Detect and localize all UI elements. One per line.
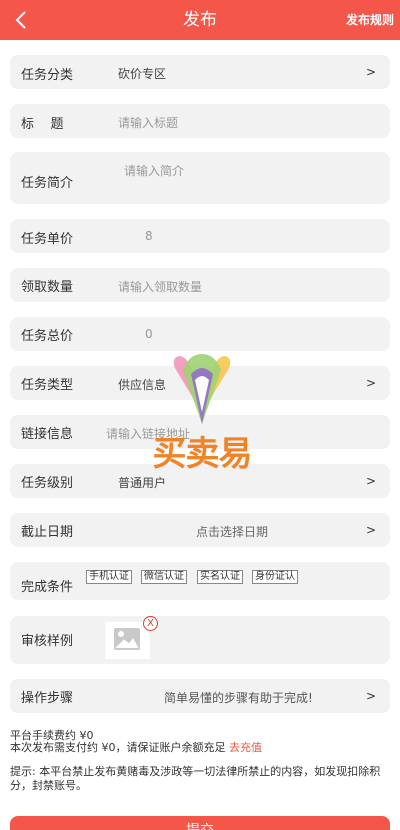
quantity-label: 领取数量 <box>21 280 74 295</box>
sample-row: 审核样例 <box>10 616 390 664</box>
category-label: 任务分类 <box>21 68 74 83</box>
total-price-value: 0 <box>145 327 153 341</box>
submit-button[interactable]: 提交 <box>10 816 390 830</box>
task-type-value: 供应信息 <box>118 378 167 392</box>
level-label: 任务级别 <box>21 476 74 491</box>
sample-label: 审核样例 <box>21 634 74 649</box>
publish-rules-link[interactable]: 发布规则 <box>346 0 394 40</box>
unit-price-row: 任务单价 8 <box>10 219 390 253</box>
sample-remove-button[interactable]: X <box>143 616 158 631</box>
task-type-row[interactable]: 任务类型 供应信息 > <box>10 366 390 400</box>
chevron-right-icon: > <box>365 689 376 703</box>
header-bar: 发布 发布规则 <box>0 0 400 40</box>
chevron-right-icon: > <box>365 65 376 79</box>
recharge-link[interactable]: 去充值 <box>229 741 262 754</box>
intro-label: 任务简介 <box>21 176 74 191</box>
quantity-input[interactable]: 请输入领取数量 <box>118 278 202 295</box>
steps-value: 简单易懂的步骤有助于完成! <box>164 691 313 705</box>
steps-label: 操作步骤 <box>21 691 74 706</box>
intro-input[interactable]: 请输入简介 <box>124 162 184 179</box>
chevron-right-icon: > <box>365 376 376 390</box>
page-title: 发布 <box>183 10 217 30</box>
level-row[interactable]: 任务级别 普通用户 > <box>10 464 390 498</box>
chevron-right-icon: > <box>365 523 376 537</box>
unit-price-value: 8 <box>145 229 153 243</box>
task-type-label: 任务类型 <box>21 378 74 393</box>
chevron-right-icon: > <box>365 474 376 488</box>
link-label: 链接信息 <box>21 427 74 442</box>
total-price-label: 任务总价 <box>21 329 74 344</box>
category-row[interactable]: 任务分类 砍价专区 > <box>10 55 390 89</box>
condition-tag-wechat[interactable]: 微信认证 <box>141 570 187 584</box>
deadline-row[interactable]: 截止日期 点击选择日期 > <box>10 513 390 547</box>
condition-tag-idcard[interactable]: 身份证认 <box>252 570 298 584</box>
deadline-picker[interactable]: 点击选择日期 <box>196 523 268 540</box>
conditions-label: 完成条件 <box>21 580 74 595</box>
quantity-row: 领取数量 请输入领取数量 <box>10 268 390 302</box>
level-value: 普通用户 <box>118 476 167 490</box>
publish-page: 发布 发布规则 任务分类 砍价专区 > 标 题 请输入标题 任务简介 请输入简介… <box>0 0 400 830</box>
title-row: 标 题 请输入标题 <box>10 104 390 138</box>
chevron-left-icon[interactable] <box>10 8 34 32</box>
payment-info: 本次发布需支付约 ¥0，请保证账户余额充足 去充值 <box>10 739 262 755</box>
title-input[interactable]: 请输入标题 <box>118 114 178 131</box>
category-value: 砍价专区 <box>118 67 167 81</box>
condition-tag-phone[interactable]: 手机认证 <box>86 570 132 584</box>
total-price-row: 任务总价 0 <box>10 317 390 351</box>
title-label: 标 题 <box>21 117 64 132</box>
intro-row: 任务简介 请输入简介 <box>10 152 390 204</box>
payment-text: 本次发布需支付约 ¥0，请保证账户余额充足 <box>10 741 226 754</box>
notice-text: 提示: 本平台禁止发布黄赌毒及涉政等一切法律所禁止的内容，如发现扣除积分，封禁账… <box>10 765 381 792</box>
deadline-label: 截止日期 <box>21 525 74 540</box>
condition-tag-realname[interactable]: 实名认证 <box>197 570 243 584</box>
steps-row[interactable]: 操作步骤 简单易懂的步骤有助于完成! > <box>10 679 390 713</box>
link-input[interactable]: 请输入链接地址 <box>106 425 190 442</box>
unit-price-label: 任务单价 <box>21 232 74 247</box>
link-row: 链接信息 请输入链接地址 <box>10 415 390 449</box>
